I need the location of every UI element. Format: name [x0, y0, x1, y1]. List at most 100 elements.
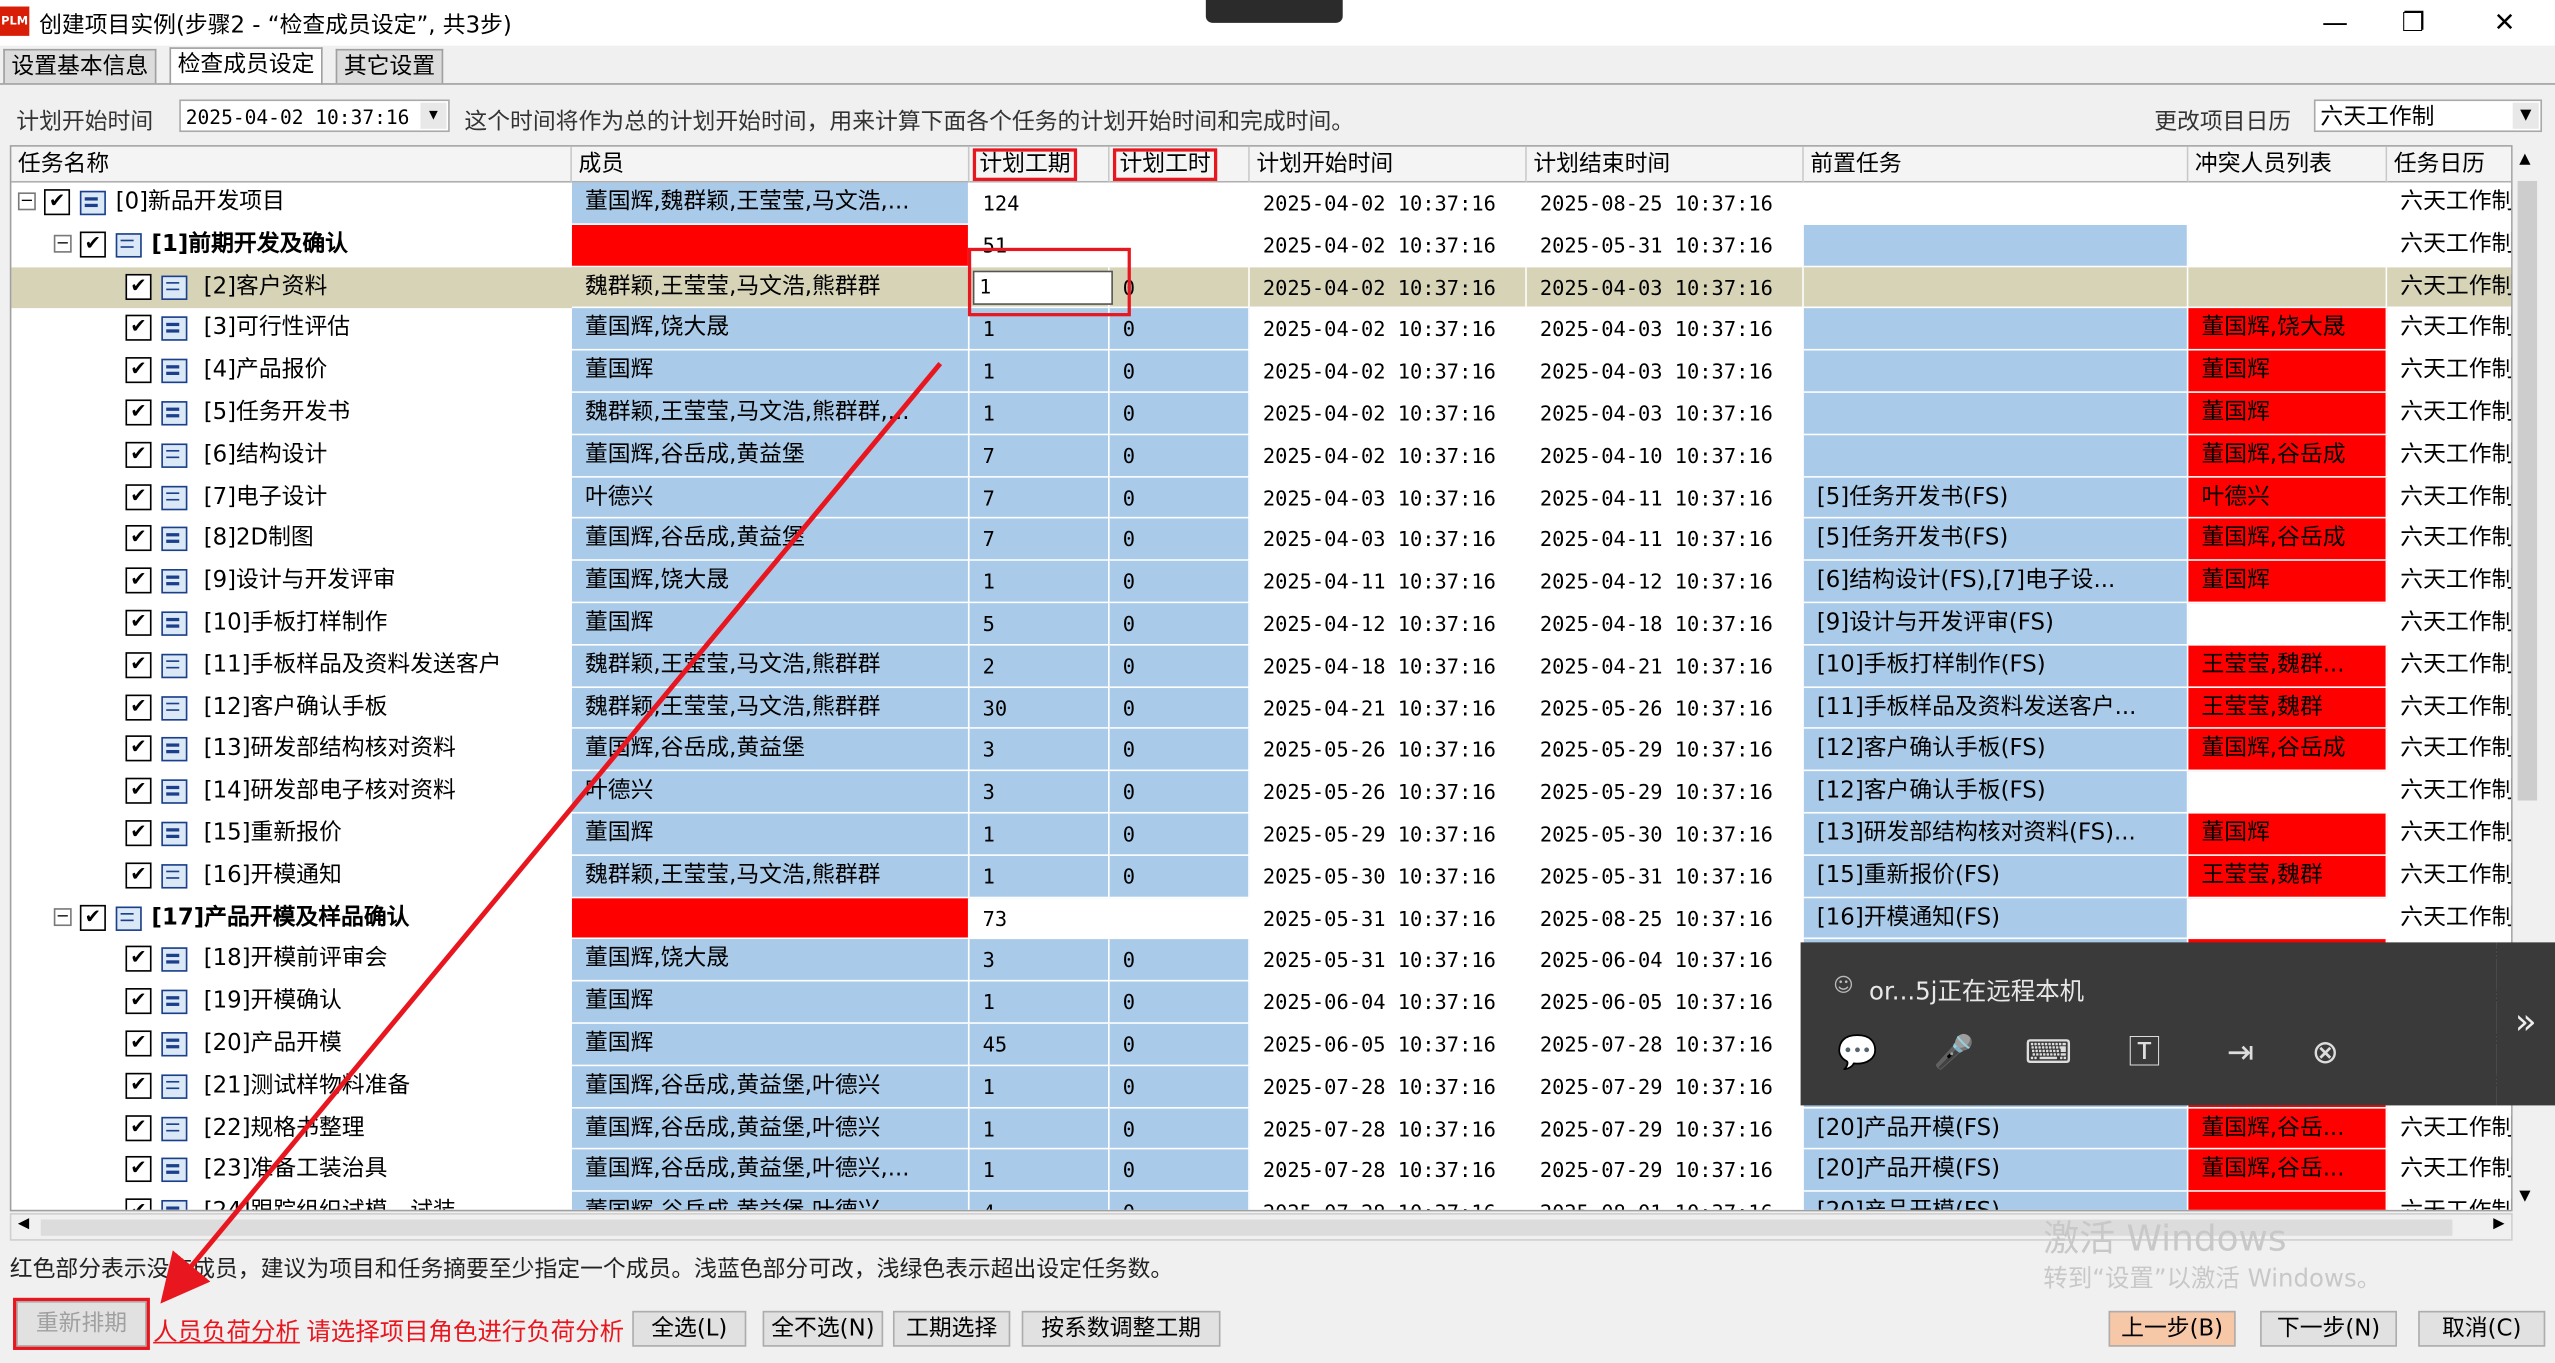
task-checkbox[interactable]: ✔: [125, 651, 152, 678]
table-row[interactable]: ✔ [2]客户资料 魏群颖,王莹莹,马文浩,熊群群 0 2025-04-02 10:37…: [11, 266, 2512, 309]
task-checkbox[interactable]: ✔: [125, 820, 152, 847]
task-checkbox[interactable]: ✔: [125, 1030, 152, 1057]
task-name-cell[interactable]: ✔ [5]任务开发书: [11, 393, 572, 435]
predecessor-cell[interactable]: [5]任务开发书(FS): [1803, 519, 2189, 562]
conflict-cell[interactable]: [2188, 1192, 2388, 1210]
task-checkbox[interactable]: ✔: [79, 231, 106, 258]
task-checkbox[interactable]: ✔: [125, 946, 152, 973]
hours-cell[interactable]: 0: [1109, 434, 1250, 478]
hours-cell[interactable]: 0: [1109, 603, 1250, 646]
predecessor-cell[interactable]: [20]产品开模(FS): [1803, 1108, 2189, 1151]
conflict-cell[interactable]: 叶德兴: [2188, 477, 2388, 520]
task-checkbox[interactable]: ✔: [125, 693, 152, 720]
members-cell[interactable]: 董国辉: [571, 813, 970, 856]
duration-edit-input[interactable]: 1: [972, 269, 1113, 305]
task-checkbox[interactable]: ✔: [79, 904, 106, 931]
duration-cell[interactable]: 73: [969, 897, 1110, 940]
table-row[interactable]: ✔ [7]电子设计 叶德兴 7 0 2025-04-03 10:37:16 2025-04-…: [11, 477, 2512, 520]
hours-cell[interactable]: 0: [1109, 1023, 1250, 1066]
predecessor-cell[interactable]: [1803, 434, 2189, 478]
hours-cell[interactable]: 0: [1109, 1065, 1250, 1109]
task-name-cell[interactable]: ✔ [22]规格书整理: [11, 1108, 572, 1150]
task-name-cell[interactable]: ✔ [21]测试样物料准备: [11, 1066, 572, 1108]
predecessor-cell[interactable]: [6]结构设计(FS),[7]电子设...: [1803, 561, 2189, 604]
members-cell[interactable]: 叶德兴: [571, 771, 970, 814]
hours-cell[interactable]: 0: [1109, 561, 1250, 604]
hours-cell[interactable]: 0: [1109, 1192, 1250, 1210]
column-header-members[interactable]: 成员: [571, 146, 970, 183]
column-header-predecessor[interactable]: 前置任务: [1803, 146, 2189, 183]
tab-other-settings[interactable]: 其它设置: [335, 48, 444, 84]
task-name-cell[interactable]: ✔ [10]手板打样制作: [11, 603, 572, 645]
hours-cell[interactable]: 0: [1109, 855, 1250, 898]
task-checkbox[interactable]: ✔: [125, 441, 152, 468]
conflict-cell[interactable]: [2188, 224, 2388, 267]
members-cell[interactable]: 董国辉,谷岳成,黄益堡: [571, 434, 970, 478]
hours-cell[interactable]: [1109, 897, 1250, 940]
members-cell[interactable]: 董国辉,谷岳成,黄益堡,叶德兴: [571, 1065, 970, 1109]
duration-select-button[interactable]: 工期选择: [892, 1310, 1011, 1347]
predecessor-cell[interactable]: [1803, 224, 2189, 267]
scroll-left-icon[interactable]: ◀: [18, 1216, 29, 1232]
workload-analysis-link[interactable]: 人员负荷分析: [153, 1314, 300, 1348]
conflict-cell[interactable]: [2188, 182, 2388, 225]
predecessor-cell[interactable]: [1803, 182, 2189, 225]
scroll-right-icon[interactable]: ▶: [2493, 1216, 2504, 1232]
task-name-cell[interactable]: ✔ [11]手板样品及资料发送客户: [11, 645, 572, 687]
task-name-cell[interactable]: ✔ [7]电子设计: [11, 477, 572, 519]
table-row[interactable]: − ✔ [1]前期开发及确认 51 2025-04-02 10:37:16 2025-05…: [11, 224, 2512, 267]
conflict-cell[interactable]: 王莹莹,魏群...: [2188, 645, 2388, 688]
conflict-cell[interactable]: 董国辉,饶大晟: [2188, 308, 2388, 351]
collapse-icon[interactable]: −: [17, 192, 36, 211]
task-name-cell[interactable]: ✔ [8]2D制图: [11, 519, 572, 561]
conflict-cell[interactable]: 董国辉: [2188, 392, 2388, 435]
conflict-cell[interactable]: 董国辉,谷岳...: [2188, 1108, 2388, 1151]
task-checkbox[interactable]: ✔: [125, 273, 152, 300]
duration-cell[interactable]: 3: [969, 729, 1110, 772]
table-row[interactable]: ✔ [5]任务开发书 魏群颖,王莹莹,马文浩,熊群群,... 1 0 2025-04-02…: [11, 392, 2512, 435]
table-row[interactable]: ✔ [4]产品报价 董国辉 1 0 2025-04-02 10:37:16 2025-04-…: [11, 350, 2512, 393]
task-name-cell[interactable]: ✔ [4]产品报价: [11, 351, 572, 393]
conflict-cell[interactable]: 王莹莹,魏群: [2188, 687, 2388, 730]
table-row[interactable]: ✔ [8]2D制图 董国辉,谷岳成,黄益堡 7 0 2025-04-03 10:37:16…: [11, 519, 2512, 562]
tab-basic-info[interactable]: 设置基本信息: [3, 48, 157, 84]
task-checkbox[interactable]: ✔: [125, 483, 152, 510]
conflict-cell[interactable]: 董国辉,谷岳成: [2188, 434, 2388, 478]
duration-cell[interactable]: 1: [969, 855, 1110, 898]
table-row[interactable]: ✔ [13]研发部结构核对资料 董国辉,谷岳成,黄益堡 3 0 2025-05-26 10…: [11, 729, 2512, 772]
hours-cell[interactable]: 0: [1109, 813, 1250, 856]
members-cell[interactable]: 董国辉,饶大晟: [571, 939, 970, 982]
duration-cell[interactable]: 1: [969, 1108, 1110, 1151]
predecessor-cell[interactable]: [1803, 266, 2189, 309]
cancel-button[interactable]: 取消(C): [2418, 1310, 2546, 1347]
task-name-cell[interactable]: ✔ [6]结构设计: [11, 435, 572, 477]
predecessor-cell[interactable]: [20]产品开模(FS): [1803, 1150, 2189, 1193]
file-transfer-icon[interactable]: ⇥: [2216, 1027, 2265, 1076]
duration-cell[interactable]: 7: [969, 519, 1110, 562]
table-row[interactable]: ✔ [22]规格书整理 董国辉,谷岳成,黄益堡,叶德兴 1 0 2025-07-28 10…: [11, 1108, 2512, 1151]
chevron-down-icon[interactable]: ▼: [2512, 102, 2539, 129]
duration-cell[interactable]: 1: [969, 981, 1110, 1024]
duration-cell[interactable]: 1: [969, 1150, 1110, 1193]
predecessor-cell[interactable]: [1803, 392, 2189, 435]
column-header-conflict[interactable]: 冲突人员列表: [2188, 146, 2388, 183]
members-cell[interactable]: 董国辉: [571, 603, 970, 646]
duration-cell[interactable]: 4: [969, 1192, 1110, 1210]
task-name-cell[interactable]: ✔ [20]产品开模: [11, 1024, 572, 1066]
column-header-hours[interactable]: 计划工时: [1109, 146, 1250, 183]
members-cell[interactable]: [571, 897, 970, 940]
task-checkbox[interactable]: ✔: [125, 735, 152, 763]
hours-cell[interactable]: 0: [1109, 350, 1250, 393]
task-name-cell[interactable]: ✔ [23]准备工装治具: [11, 1150, 572, 1192]
predecessor-cell[interactable]: [12]客户确认手板(FS): [1803, 729, 2189, 772]
task-name-cell[interactable]: ✔ [12]客户确认手板: [11, 687, 572, 729]
task-checkbox[interactable]: ✔: [125, 988, 152, 1015]
minimize-button[interactable]: —: [2298, 3, 2373, 42]
duration-cell[interactable]: 124: [969, 182, 1110, 225]
members-cell[interactable]: 叶德兴: [571, 477, 970, 520]
predecessor-cell[interactable]: [12]客户确认手板(FS): [1803, 771, 2189, 814]
duration-cell[interactable]: 3: [969, 771, 1110, 814]
members-cell[interactable]: 董国辉,饶大晟: [571, 308, 970, 351]
duration-cell[interactable]: 1: [969, 350, 1110, 393]
conflict-cell[interactable]: 董国辉: [2188, 813, 2388, 856]
